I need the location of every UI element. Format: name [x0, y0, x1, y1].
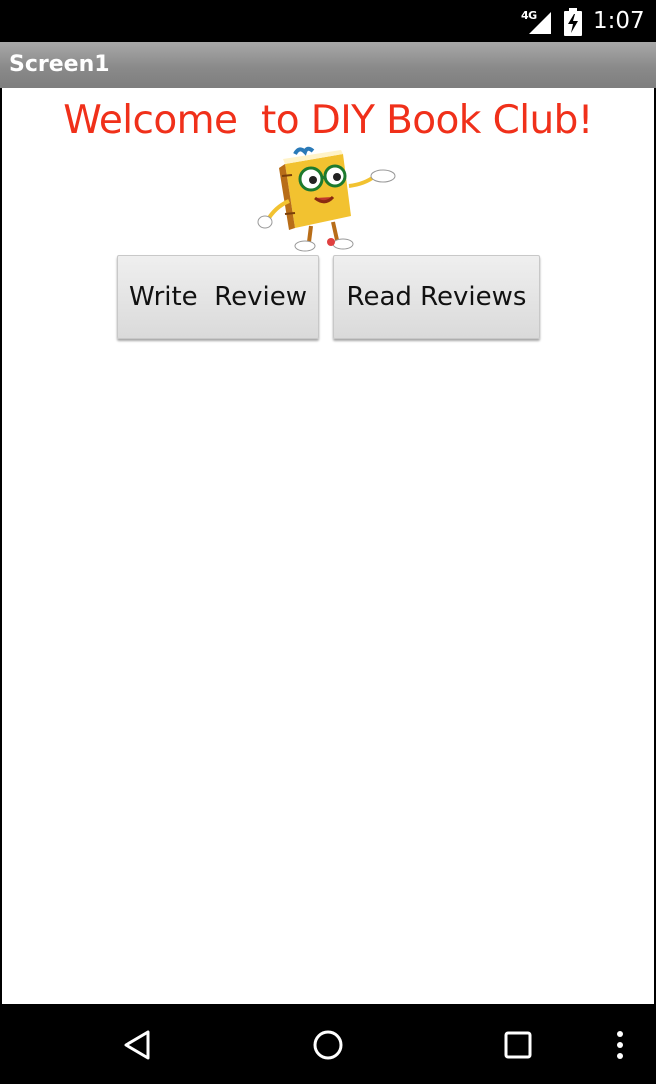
title-bar: Screen1 [0, 42, 656, 88]
read-reviews-button[interactable]: Read Reviews [333, 255, 540, 339]
main-content: Welcome to DIY Book Club! Write Review R… [2, 88, 654, 1004]
navigation-bar [0, 1004, 656, 1084]
home-icon[interactable] [311, 1028, 345, 1062]
overflow-menu-icon[interactable] [603, 1028, 637, 1062]
welcome-heading: Welcome to DIY Book Club! [63, 98, 593, 143]
book-mascot-image [257, 146, 396, 252]
back-icon[interactable] [121, 1028, 155, 1062]
write-review-button[interactable]: Write Review [117, 255, 319, 339]
status-bar: 4G 1:07 [0, 0, 656, 42]
recents-icon[interactable] [501, 1028, 535, 1062]
signal-icon [529, 12, 551, 34]
status-clock: 1:07 [593, 8, 645, 34]
battery-charging-icon [564, 8, 582, 36]
screen-title: Screen1 [9, 52, 110, 77]
